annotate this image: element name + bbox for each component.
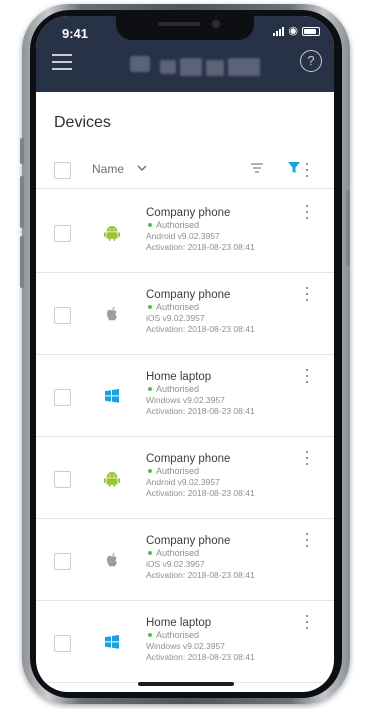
device-activation: Activation: 2018-08-23 08:41 xyxy=(146,652,255,662)
device-row[interactable]: Company phone Authorised iOS v9.02.3957 … xyxy=(36,518,334,601)
device-version: Android v9.02.3957 xyxy=(146,477,220,487)
status-dot-icon xyxy=(148,305,152,309)
signal-icon xyxy=(273,26,285,36)
phone-screen: 9:41 ◉ ? Devices Name Company phone Auth… xyxy=(36,16,334,692)
device-status: Authorised xyxy=(146,220,255,231)
power-button xyxy=(346,190,350,266)
device-info: Company phone Authorised Android v9.02.3… xyxy=(146,452,255,499)
device-version: Windows v9.02.3957 xyxy=(146,641,225,651)
device-row[interactable]: Company phone Authorised Android v9.02.3… xyxy=(36,436,334,519)
row-more-icon[interactable] xyxy=(304,368,310,384)
device-status-text: Authorised xyxy=(156,302,200,312)
stage: 9:41 ◉ ? Devices Name Company phone Auth… xyxy=(0,0,366,709)
device-row[interactable]: Company phone Authorised Android v9.02.3… xyxy=(36,190,334,273)
chevron-down-icon[interactable] xyxy=(136,162,148,174)
list-header: Name xyxy=(36,156,334,189)
wifi-icon: ◉ xyxy=(288,25,298,37)
app-header: 9:41 ◉ ? xyxy=(36,16,334,92)
device-status-text: Authorised xyxy=(156,548,200,558)
row-checkbox[interactable] xyxy=(54,225,71,242)
row-more-icon[interactable] xyxy=(304,450,310,466)
device-info: Company phone Authorised iOS v9.02.3957 … xyxy=(146,534,255,581)
device-status-text: Authorised xyxy=(156,384,200,394)
sort-lines-icon[interactable] xyxy=(250,162,264,174)
device-status: Authorised xyxy=(146,630,255,641)
device-name: Company phone xyxy=(146,207,231,219)
android-icon xyxy=(102,468,122,488)
device-info: Home laptop Authorised Windows v9.02.395… xyxy=(146,370,255,417)
device-version: Windows v9.02.3957 xyxy=(146,395,225,405)
apple-icon xyxy=(102,550,122,570)
device-name: Home laptop xyxy=(146,617,212,629)
device-name: Company phone xyxy=(146,453,231,465)
filter-icon[interactable] xyxy=(288,162,300,174)
device-status: Authorised xyxy=(146,302,255,313)
blurred-app-title xyxy=(130,56,262,76)
device-status-text: Authorised xyxy=(156,220,200,230)
apple-icon xyxy=(102,304,122,324)
volume-up-button xyxy=(20,176,24,228)
help-button[interactable]: ? xyxy=(300,50,322,72)
status-dot-icon xyxy=(148,223,152,227)
device-status: Authorised xyxy=(146,384,255,395)
status-dot-icon xyxy=(148,469,152,473)
device-status: Authorised xyxy=(146,466,255,477)
device-status-text: Authorised xyxy=(156,466,200,476)
device-activation: Activation: 2018-08-23 08:41 xyxy=(146,488,255,498)
status-icons: ◉ xyxy=(273,25,320,37)
device-name: Company phone xyxy=(146,535,231,547)
row-more-icon[interactable] xyxy=(304,532,310,548)
device-activation: Activation: 2018-08-23 08:41 xyxy=(146,406,255,416)
status-time: 9:41 xyxy=(62,26,89,41)
row-checkbox[interactable] xyxy=(54,307,71,324)
device-version: iOS v9.02.3957 xyxy=(146,559,205,569)
speaker-grille xyxy=(158,22,200,26)
android-icon xyxy=(102,222,122,242)
status-dot-icon xyxy=(148,633,152,637)
device-info: Company phone Authorised iOS v9.02.3957 … xyxy=(146,288,255,335)
status-dot-icon xyxy=(148,387,152,391)
device-status-text: Authorised xyxy=(156,630,200,640)
row-checkbox[interactable] xyxy=(54,471,71,488)
mute-switch xyxy=(20,138,24,164)
device-activation: Activation: 2018-08-23 08:41 xyxy=(146,324,255,334)
device-version: Android v9.02.3957 xyxy=(146,231,220,241)
device-name: Home laptop xyxy=(146,371,212,383)
battery-icon xyxy=(302,26,320,36)
row-checkbox[interactable] xyxy=(54,553,71,570)
page-title: Devices xyxy=(54,114,111,131)
select-all-checkbox[interactable] xyxy=(54,162,71,179)
row-more-icon[interactable] xyxy=(304,614,310,630)
list-more-icon[interactable] xyxy=(304,162,310,178)
menu-icon[interactable] xyxy=(52,54,72,70)
device-info: Company phone Authorised Android v9.02.3… xyxy=(146,206,255,253)
phone-notch xyxy=(116,16,254,40)
device-row[interactable]: Home laptop Authorised Windows v9.02.395… xyxy=(36,600,334,683)
row-checkbox[interactable] xyxy=(54,389,71,406)
device-info: Home laptop Authorised Windows v9.02.395… xyxy=(146,616,255,663)
status-dot-icon xyxy=(148,551,152,555)
home-indicator xyxy=(138,682,234,686)
row-more-icon[interactable] xyxy=(304,286,310,302)
row-checkbox[interactable] xyxy=(54,635,71,652)
device-activation: Activation: 2018-08-23 08:41 xyxy=(146,242,255,252)
device-version: iOS v9.02.3957 xyxy=(146,313,205,323)
sort-label[interactable]: Name xyxy=(92,162,124,176)
volume-down-button xyxy=(20,236,24,288)
device-status: Authorised xyxy=(146,548,255,559)
device-name: Company phone xyxy=(146,289,231,301)
windows-icon xyxy=(102,386,122,406)
device-activation: Activation: 2018-08-23 08:41 xyxy=(146,570,255,580)
windows-icon xyxy=(102,632,122,652)
device-row[interactable]: Company phone Authorised iOS v9.02.3957 … xyxy=(36,272,334,355)
row-more-icon[interactable] xyxy=(304,204,310,220)
front-camera xyxy=(212,20,220,28)
device-row[interactable]: Home laptop Authorised Windows v9.02.395… xyxy=(36,354,334,437)
